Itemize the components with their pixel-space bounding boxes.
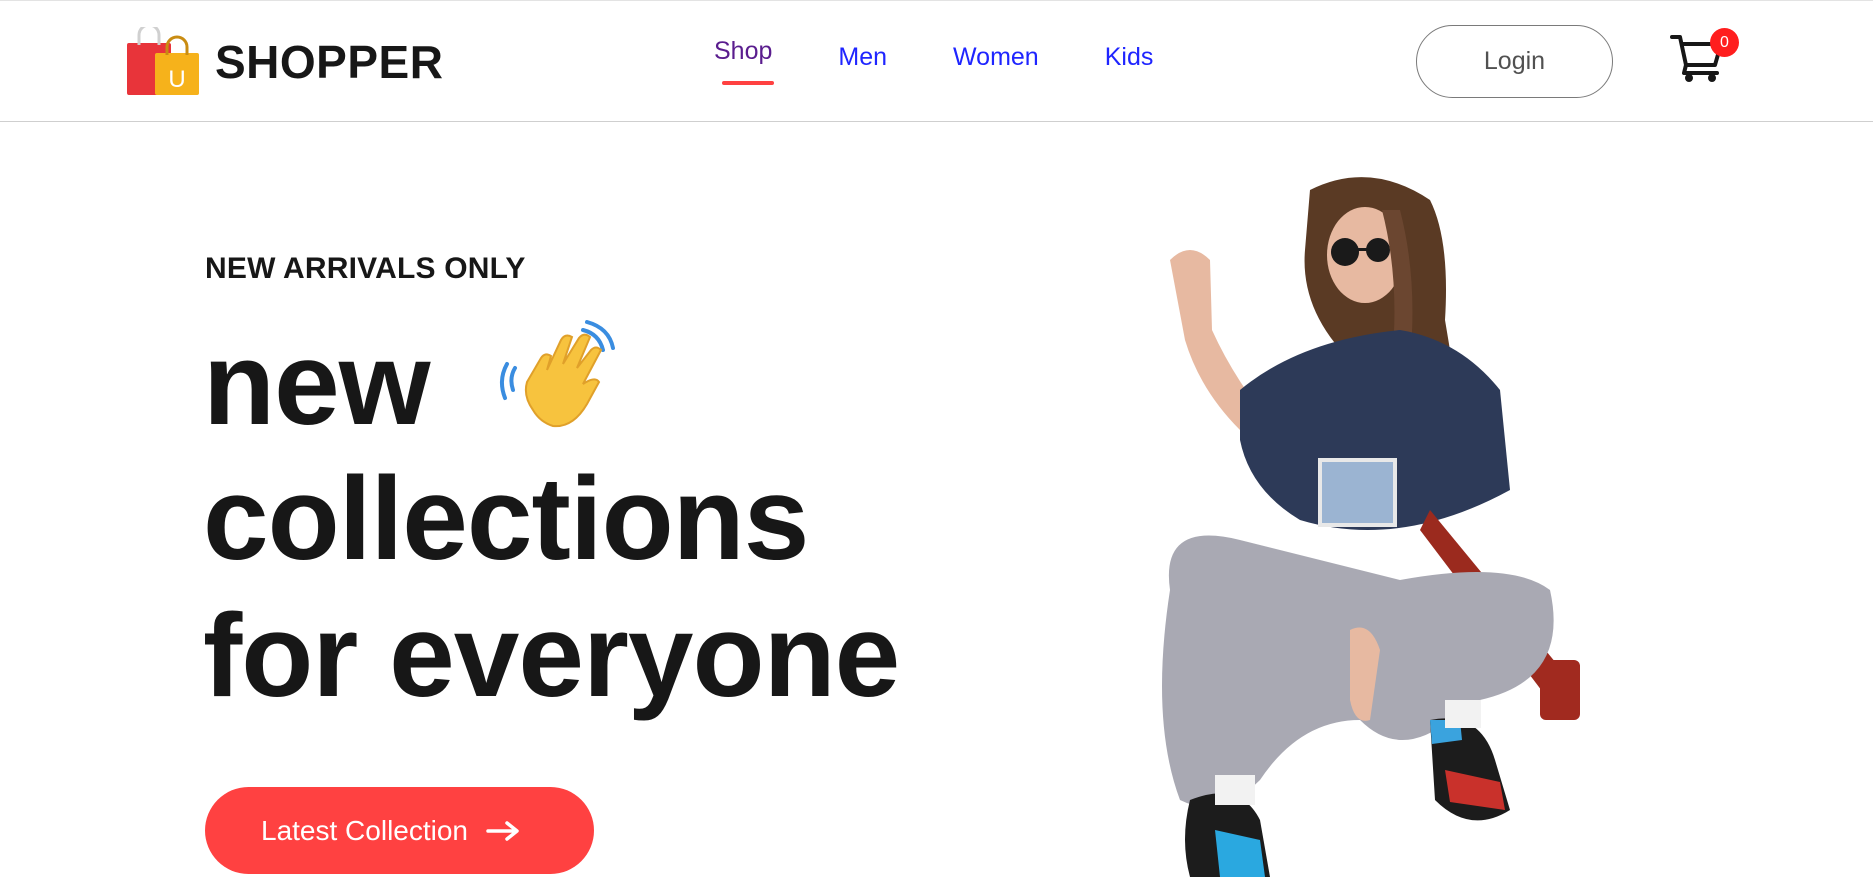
brand-name: SHOPPER: [215, 36, 444, 88]
hero-headline-line-2: collections: [203, 453, 809, 585]
nav-item-men[interactable]: Men: [838, 37, 887, 72]
nav-item-label: Shop: [714, 37, 773, 65]
nav-item-label: Men: [838, 43, 888, 71]
nav-item-women[interactable]: Women: [953, 37, 1039, 72]
hero-eyebrow: NEW ARRIVALS ONLY: [205, 252, 526, 285]
brand-logo[interactable]: U SHOPPER: [125, 27, 443, 97]
hero-headline-line-1: new: [203, 318, 430, 450]
shopping-bag-icon: U: [127, 27, 199, 95]
arrow-right-icon: [486, 820, 519, 841]
main-nav: Shop Men Women Kids: [714, 37, 1219, 85]
nav-item-label: Kids: [1104, 43, 1154, 71]
hero-model-image: [1162, 177, 1580, 877]
cta-label: Latest Collection: [261, 814, 469, 846]
logo-letter: U: [168, 66, 185, 93]
nav-item-shop[interactable]: Shop: [714, 37, 774, 85]
navbar: U SHOPPER Shop Men Women Kids Login 0: [0, 1, 1873, 122]
active-indicator: [722, 81, 774, 85]
nav-item-kids[interactable]: Kids: [1105, 37, 1154, 72]
cart-count-badge: 0: [1710, 28, 1739, 57]
nav-item-label: Women: [953, 43, 1039, 71]
waving-hand-icon: [500, 320, 615, 428]
hero-headline-line-3: for everyone: [203, 590, 900, 722]
login-button[interactable]: Login: [1416, 25, 1613, 98]
latest-collection-button[interactable]: Latest Collection: [205, 787, 594, 874]
